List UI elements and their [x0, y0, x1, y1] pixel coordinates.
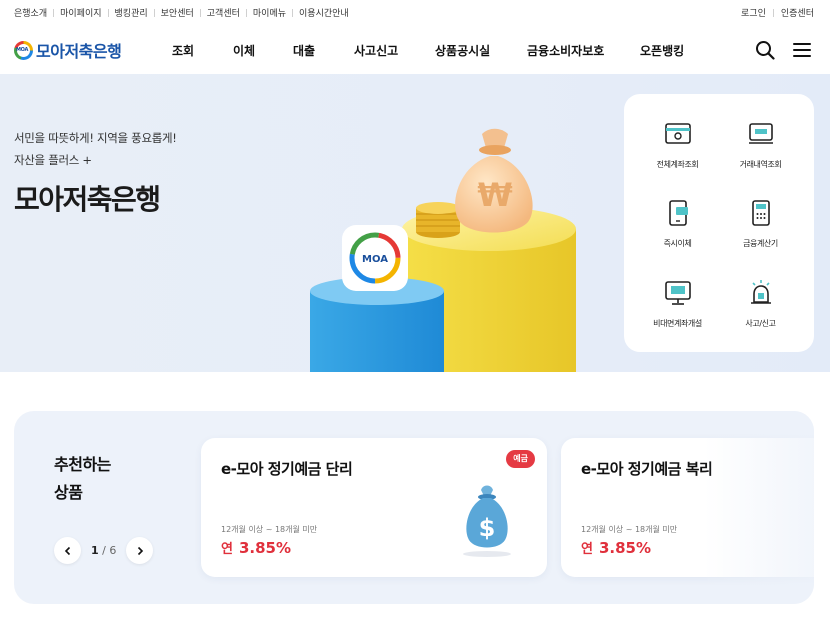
quick-item-label: 전체계좌조회	[656, 160, 699, 169]
util-link-security[interactable]: 보안센터	[161, 6, 194, 19]
quick-item-label: 사고/신고	[745, 319, 776, 328]
menu-item-consumer-protection[interactable]: 금융소비자보호	[527, 42, 604, 59]
quick-item-label: 거래내역조회	[739, 160, 782, 169]
util-link-hours[interactable]: 이용시간안내	[299, 6, 349, 19]
main-header: MOA 모아저축은행 조회 이체 대출 사고신고 상품공시실 금융소비자보호 오…	[0, 24, 830, 74]
remote-account-icon	[664, 281, 691, 305]
product-condition: 12개월 이상 ~ 18개월 미만	[581, 525, 678, 534]
won-symbol: ₩	[477, 176, 512, 214]
pager-counter: 1 / 6	[91, 544, 116, 557]
util-link-about[interactable]: 은행소개	[14, 6, 47, 19]
utility-bar: 은행소개 마이페이지 뱅킹관리 보안센터 고객센터 마이메뉴 이용시간안내 로그…	[0, 0, 830, 24]
utility-nav-left: 은행소개 마이페이지 뱅킹관리 보안센터 고객센터 마이메뉴 이용시간안내	[14, 6, 349, 19]
util-link-mypage[interactable]: 마이페이지	[60, 6, 101, 19]
pager-separator: /	[102, 544, 106, 557]
product-title: e-모아 정기예금 단리	[221, 460, 353, 478]
utility-nav-right: 로그인 인증센터	[741, 6, 814, 19]
menu-item-report[interactable]: 사고신고	[354, 42, 398, 59]
menu-item-product-disclosure[interactable]: 상품공시실	[435, 42, 490, 59]
logo[interactable]: MOA 모아저축은행	[14, 38, 122, 62]
moa-app-text: MOA	[362, 254, 388, 265]
util-link-customer-center[interactable]: 고객센터	[207, 6, 240, 19]
account-lookup-icon	[664, 123, 691, 144]
product-title: e-모아 정기예금 복리	[581, 460, 713, 478]
section-title: 추천하는 상품	[54, 451, 111, 507]
rate-value: 3.85%	[598, 539, 652, 557]
util-link-banking-mgmt[interactable]: 뱅킹관리	[115, 6, 148, 19]
alarm-icon	[750, 280, 771, 304]
menu-item-loan[interactable]: 대출	[293, 42, 315, 59]
hero-title: 모아저축은행	[14, 183, 161, 216]
product-card[interactable]: e-모아 정기예금 단리 예금 12개월 이상 ~ 18개월 미만 연 3.85%…	[201, 438, 547, 577]
recommended-products-section: 추천하는 상품 1 / 6 e-모아 정기예금 단리 예금 12개월 이상 ~ …	[14, 411, 814, 604]
menu-item-transfer[interactable]: 이체	[233, 42, 255, 59]
cert-center-link[interactable]: 인증센터	[781, 6, 814, 19]
login-link[interactable]: 로그인	[741, 6, 766, 19]
chevron-left-icon	[64, 546, 70, 555]
product-rate: 연 3.85%	[221, 538, 291, 557]
hamburger-menu-icon[interactable]	[793, 43, 811, 57]
quick-menu-panel: 전체계좌조회 거래내역조회 즉시이체 금융계산기 비대면계좌개설 사고/신고	[624, 94, 814, 352]
hero-illustration: ₩ MOA	[310, 128, 576, 372]
transaction-history-icon	[748, 123, 773, 144]
quick-item-calculator[interactable]: 금융계산기	[713, 198, 808, 249]
quick-item-remote-account[interactable]: 비대면계좌개설	[630, 278, 725, 329]
rate-prefix: 연	[581, 542, 593, 557]
dollar-symbol: $	[479, 514, 496, 542]
quick-item-label: 금융계산기	[743, 239, 778, 248]
moa-app-icon: MOA	[342, 225, 408, 291]
carousel-pager: 1 / 6	[54, 537, 154, 564]
quick-item-label: 비대면계좌개설	[653, 319, 702, 328]
quick-item-report[interactable]: 사고/신고	[713, 278, 808, 329]
menu-item-inquiry[interactable]: 조회	[172, 42, 194, 59]
logo-mark-text: MOA	[16, 46, 29, 53]
product-condition: 12개월 이상 ~ 18개월 미만	[221, 525, 318, 534]
pager-current: 1	[91, 544, 99, 557]
menu-item-open-banking[interactable]: 오픈뱅킹	[640, 42, 684, 59]
product-badge: 예금	[506, 450, 535, 468]
money-bag-icon: ₩	[455, 128, 533, 233]
product-card[interactable]: e-모아 정기예금 복리 12개월 이상 ~ 18개월 미만 연 3.85%	[561, 438, 814, 577]
logo-mark-icon: MOA	[14, 40, 33, 60]
rate-value: 3.85%	[238, 539, 292, 557]
quick-item-instant-transfer[interactable]: 즉시이체	[630, 198, 725, 249]
pager-total: 6	[109, 544, 117, 557]
hero-subtitle: 자산을 플러스 +	[14, 153, 92, 167]
section-title-line2: 상품	[54, 483, 83, 502]
next-button[interactable]	[126, 537, 154, 564]
util-link-my-menu[interactable]: 마이메뉴	[253, 6, 286, 19]
search-icon[interactable]	[755, 40, 775, 60]
logo-text: 모아저축은행	[36, 42, 122, 61]
quick-item-label: 즉시이체	[663, 239, 692, 248]
prev-button[interactable]	[54, 537, 81, 564]
product-rate: 연 3.85%	[581, 538, 651, 557]
quick-item-account-lookup[interactable]: 전체계좌조회	[630, 119, 725, 170]
section-title-line1: 추천하는	[54, 455, 111, 474]
calculator-icon	[751, 200, 770, 226]
hero-slogan: 서민을 따뜻하게! 지역을 풍요롭게!	[14, 131, 177, 145]
money-bag-dollar-icon: $	[463, 485, 511, 557]
quick-item-transaction-history[interactable]: 거래내역조회	[713, 119, 808, 170]
chevron-right-icon	[137, 546, 144, 555]
instant-transfer-icon	[668, 200, 688, 226]
rate-prefix: 연	[221, 542, 233, 557]
coins-icon	[416, 202, 460, 238]
